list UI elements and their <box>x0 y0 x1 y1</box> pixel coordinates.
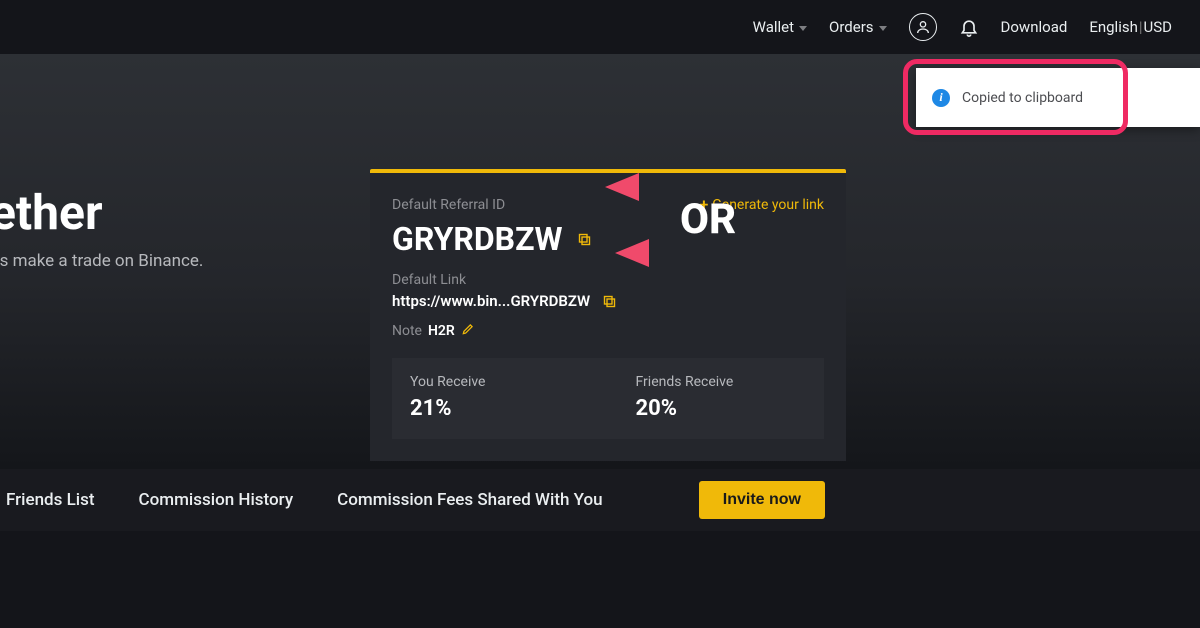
referral-id-value: GRYRDBZW <box>392 220 563 258</box>
nav-download[interactable]: Download <box>1001 18 1068 36</box>
you-receive-value: 21% <box>410 396 581 421</box>
below-fold <box>0 531 1200 628</box>
default-link-label: Default Link <box>392 272 824 288</box>
default-link-value: https://www.bin...GRYRDBZW <box>392 292 590 310</box>
hero-title-fragment: ether <box>0 184 103 241</box>
commission-split-box: You Receive 21% Friends Receive 20% <box>392 358 824 439</box>
referral-id-label: Default Referral ID <box>392 197 505 213</box>
friends-receive-value: 20% <box>636 396 807 421</box>
nav-language-label: English <box>1089 18 1138 36</box>
caret-down-icon <box>799 26 807 31</box>
caret-down-icon <box>879 26 887 31</box>
nav-locale[interactable]: English | USD <box>1089 18 1172 36</box>
invite-now-button[interactable]: Invite now <box>699 481 825 519</box>
nav-currency-label: USD <box>1144 18 1172 36</box>
you-receive-label: You Receive <box>410 374 581 390</box>
copy-referral-id-icon[interactable] <box>577 232 592 247</box>
divider: | <box>1139 18 1143 36</box>
user-account-icon[interactable] <box>909 13 937 41</box>
notifications-icon[interactable] <box>959 17 979 37</box>
tab-commission-shared[interactable]: Commission Fees Shared With You <box>337 490 602 510</box>
friends-receive-label: Friends Receive <box>636 374 807 390</box>
referral-tabs: Friends List Commission History Commissi… <box>0 469 1200 531</box>
nav-wallet[interactable]: Wallet <box>753 18 807 36</box>
nav-orders[interactable]: Orders <box>829 18 887 36</box>
tab-friends-list[interactable]: Friends List <box>6 490 95 510</box>
annotation-highlight-box <box>903 59 1128 135</box>
tab-commission-history[interactable]: Commission History <box>139 490 294 510</box>
hero-subtitle-fragment: ds make a trade on Binance. <box>0 251 203 271</box>
top-navbar: Wallet Orders Download English | USD <box>0 0 1200 54</box>
note-value: H2R <box>428 323 455 339</box>
referral-card: Default Referral ID + Generate your link… <box>370 169 846 461</box>
nav-wallet-label: Wallet <box>753 18 794 36</box>
edit-note-icon[interactable] <box>461 322 475 340</box>
note-label: Note <box>392 323 422 339</box>
nav-orders-label: Orders <box>829 18 874 36</box>
nav-download-label: Download <box>1001 18 1068 36</box>
annotation-or-text: OR <box>680 195 736 244</box>
copy-link-icon[interactable] <box>602 294 617 309</box>
